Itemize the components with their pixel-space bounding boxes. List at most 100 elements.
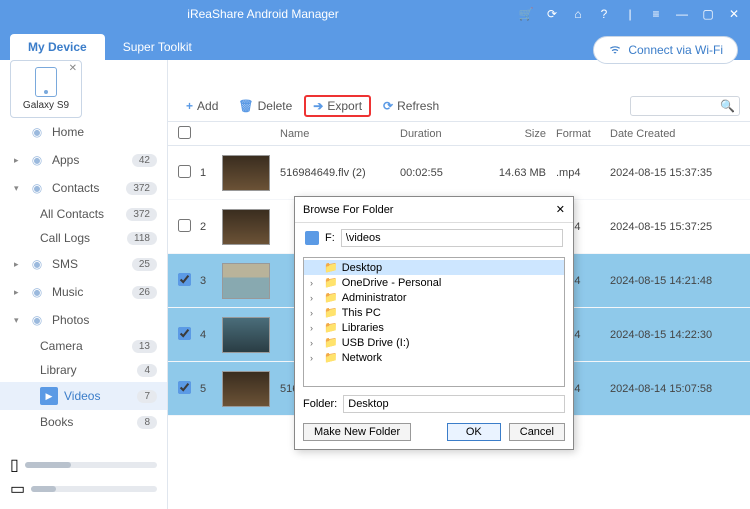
folder-icon: 📁: [324, 261, 338, 274]
chevron-icon[interactable]: ▸: [14, 287, 26, 298]
menu-divider: |: [622, 7, 638, 21]
count-badge: 7: [137, 390, 157, 403]
device-chip[interactable]: ✕ Galaxy S9: [10, 60, 82, 118]
chevron-icon[interactable]: ›: [310, 353, 320, 363]
select-all-checkbox[interactable]: [178, 126, 191, 139]
tree-node-usb-drive-i-[interactable]: › 📁 USB Drive (I:): [304, 335, 564, 350]
folder-tree[interactable]: 📁 Desktop› 📁 OneDrive - Personal› 📁 Admi…: [303, 257, 565, 387]
delete-button[interactable]: 🗑Delete: [230, 96, 300, 116]
col-name[interactable]: Name: [280, 128, 400, 140]
tree-node-libraries[interactable]: › 📁 Libraries: [304, 320, 564, 335]
internal-storage-icon: ▯: [10, 455, 19, 475]
sidebar-item-library[interactable]: Library 4: [0, 358, 167, 382]
chevron-icon[interactable]: ▾: [14, 315, 26, 326]
chevron-icon[interactable]: ▸: [14, 155, 26, 166]
sidebar-item-photos[interactable]: ▾ ◉ Photos: [0, 306, 167, 334]
make-new-folder-button[interactable]: Make New Folder: [303, 423, 411, 441]
row-number: 3: [200, 275, 222, 287]
tree-node-label: Desktop: [342, 262, 382, 274]
home-icon[interactable]: ⌂: [570, 7, 586, 21]
tree-node-onedrive-personal[interactable]: › 📁 OneDrive - Personal: [304, 275, 564, 290]
sidebar-item-label: Home: [52, 125, 157, 139]
search-input[interactable]: 🔍: [630, 96, 740, 116]
col-format[interactable]: Format: [556, 128, 610, 140]
refresh-label: Refresh: [397, 99, 439, 113]
cancel-button[interactable]: Cancel: [509, 423, 565, 441]
add-button[interactable]: +Add: [178, 96, 226, 116]
tab-super-toolkit[interactable]: Super Toolkit: [105, 34, 210, 60]
sidebar-item-label: All Contacts: [40, 207, 122, 221]
sidebar: ◉ Home ▸ ◉ Apps 42▾ ◉ Contacts 372 All C…: [0, 60, 168, 509]
export-button[interactable]: ➔Export: [304, 95, 371, 117]
row-checkbox[interactable]: [178, 219, 191, 232]
row-number: 2: [200, 221, 222, 233]
video-thumbnail: [222, 317, 270, 353]
cell-format: .mp4: [556, 167, 610, 179]
toolbar: +Add 🗑Delete ➔Export ⟳ Refresh 🔍: [168, 90, 750, 122]
chevron-icon[interactable]: ▸: [14, 259, 26, 270]
row-checkbox[interactable]: [178, 273, 191, 286]
chevron-icon[interactable]: ›: [310, 338, 320, 348]
chevron-icon[interactable]: ›: [310, 308, 320, 318]
tree-node-label: USB Drive (I:): [342, 337, 410, 349]
sidebar-item-home[interactable]: ◉ Home: [0, 118, 167, 146]
device-close-icon[interactable]: ✕: [69, 63, 77, 74]
refresh-button[interactable]: ⟳ Refresh: [375, 96, 447, 116]
sidebar-item-label: Photos: [52, 313, 157, 327]
tab-my-device[interactable]: My Device: [10, 34, 105, 60]
close-icon[interactable]: ✕: [726, 7, 742, 21]
sidebar-item-apps[interactable]: ▸ ◉ Apps 42: [0, 146, 167, 174]
chevron-icon[interactable]: ›: [310, 278, 320, 288]
maximize-icon[interactable]: ▢: [700, 7, 716, 21]
dialog-close-icon[interactable]: ✕: [556, 203, 565, 216]
col-date[interactable]: Date Created: [610, 128, 740, 140]
chevron-icon[interactable]: ▾: [14, 183, 26, 194]
sidebar-item-videos[interactable]: ▶ Videos 7: [0, 382, 167, 410]
sidebar-item-contacts[interactable]: ▾ ◉ Contacts 372: [0, 174, 167, 202]
sidebar-item-sms[interactable]: ▸ ◉ SMS 25: [0, 250, 167, 278]
sidebar-item-all-contacts[interactable]: All Contacts 372: [0, 202, 167, 226]
tree-node-this-pc[interactable]: › 📁 This PC: [304, 305, 564, 320]
cart-icon[interactable]: 🛒: [518, 7, 534, 21]
delete-label: Delete: [258, 99, 293, 113]
plus-icon: +: [186, 99, 193, 113]
count-badge: 25: [132, 258, 157, 271]
refresh-icon: ⟳: [383, 99, 393, 113]
folder-icon: 📁: [324, 306, 338, 319]
row-checkbox[interactable]: [178, 381, 191, 394]
tree-node-network[interactable]: › 📁 Network: [304, 350, 564, 365]
path-input[interactable]: [341, 229, 563, 247]
chevron-icon[interactable]: ›: [310, 293, 320, 303]
refresh-icon[interactable]: ⟳: [544, 7, 560, 21]
sidebar-item-camera[interactable]: Camera 13: [0, 334, 167, 358]
drive-icon: [305, 231, 319, 245]
titlebar: iReaShare Android Manager 🛒 ⟳ ⌂ ? | ≡ — …: [0, 0, 750, 28]
help-icon[interactable]: ?: [596, 7, 612, 21]
row-checkbox[interactable]: [178, 327, 191, 340]
chevron-icon[interactable]: ›: [310, 323, 320, 333]
row-checkbox[interactable]: [178, 165, 191, 178]
sidebar-item-label: Videos: [64, 389, 133, 403]
sms-icon: ◉: [28, 255, 46, 273]
apps-icon: ◉: [28, 151, 46, 169]
col-size[interactable]: Size: [482, 128, 556, 140]
connect-wifi-button[interactable]: Connect via Wi-Fi: [593, 36, 738, 64]
col-duration[interactable]: Duration: [400, 128, 482, 140]
ok-button[interactable]: OK: [447, 423, 501, 441]
minimize-icon[interactable]: —: [674, 7, 690, 21]
sidebar-item-books[interactable]: Books 8: [0, 410, 167, 434]
table-row[interactable]: 1 516984649.flv (2) 00:02:55 14.63 MB .m…: [168, 146, 750, 200]
folder-label: Folder:: [303, 398, 337, 410]
folder-input[interactable]: [343, 395, 565, 413]
menu-icon[interactable]: ≡: [648, 7, 664, 21]
tree-node-desktop[interactable]: 📁 Desktop: [304, 260, 564, 275]
sidebar-item-label: Contacts: [52, 181, 122, 195]
video-thumbnail: [222, 155, 270, 191]
tree-node-label: Administrator: [342, 292, 407, 304]
sidebar-item-music[interactable]: ▸ ◉ Music 26: [0, 278, 167, 306]
sidebar-item-call-logs[interactable]: Call Logs 118: [0, 226, 167, 250]
search-icon: 🔍: [720, 99, 735, 113]
dialog-title: Browse For Folder: [303, 204, 393, 216]
tree-node-administrator[interactable]: › 📁 Administrator: [304, 290, 564, 305]
count-badge: 372: [126, 208, 157, 221]
